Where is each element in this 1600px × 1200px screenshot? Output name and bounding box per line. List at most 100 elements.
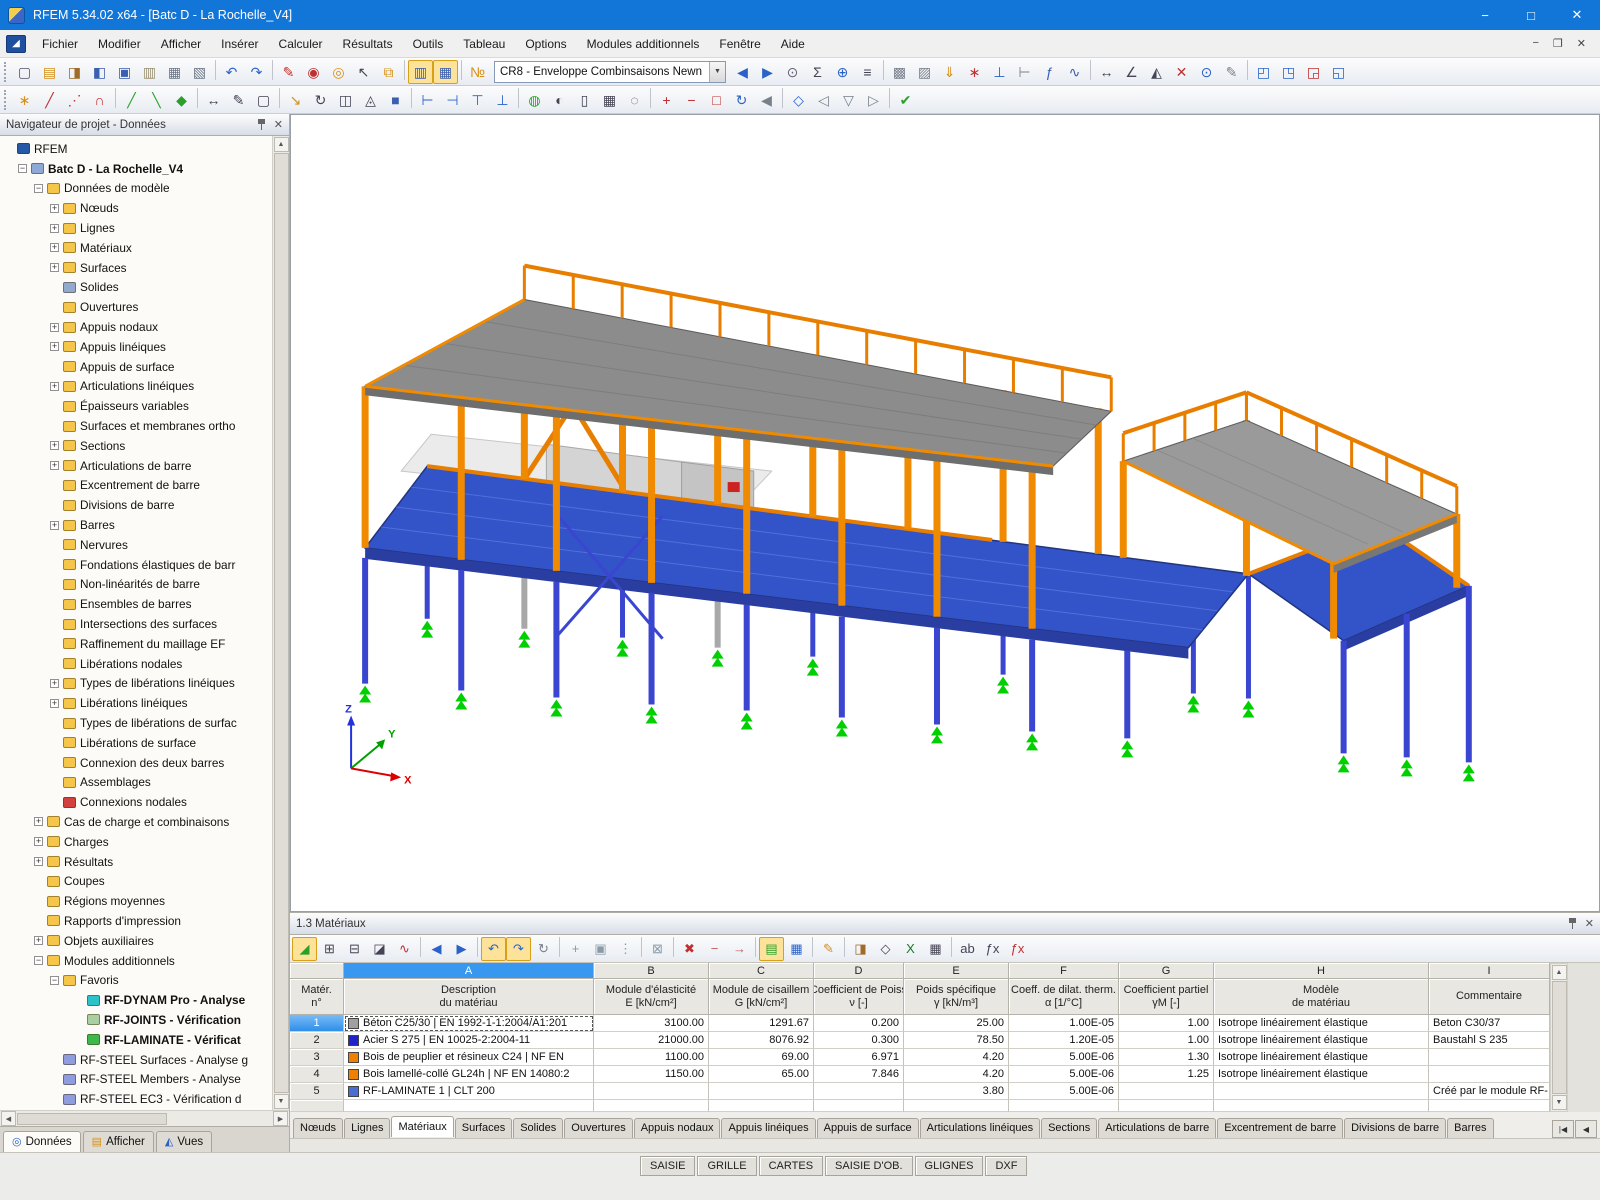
- tree-item[interactable]: RF-STEEL EC3 - Vérification d: [0, 1089, 272, 1109]
- tree-item[interactable]: Nervures: [0, 535, 272, 555]
- table-tab-articulations-de-barre[interactable]: Articulations de barre: [1098, 1118, 1216, 1138]
- view-in-z-icon[interactable]: ▷: [861, 88, 886, 112]
- status-cartes[interactable]: CARTES: [759, 1156, 823, 1176]
- edit-dimension-icon[interactable]: ✎: [276, 60, 301, 84]
- column-letter-header[interactable]: E: [904, 963, 1009, 979]
- menu-item[interactable]: Afficher: [151, 32, 211, 56]
- toolbar-grip[interactable]: [4, 62, 8, 82]
- numbering-icon[interactable]: №: [465, 60, 490, 84]
- insert-node-icon[interactable]: ∗: [12, 88, 37, 112]
- expander-icon[interactable]: +: [50, 382, 59, 391]
- tree-item[interactable]: + Libérations linéiques: [0, 693, 272, 713]
- measure-icon[interactable]: ↔: [1094, 60, 1119, 84]
- table-tab-lignes[interactable]: Lignes: [344, 1118, 390, 1138]
- connect-members-icon[interactable]: ⊢: [415, 88, 440, 112]
- tree-item[interactable]: Coupes: [0, 871, 272, 891]
- expander-icon[interactable]: +: [50, 679, 59, 688]
- excel-export-icon[interactable]: X: [898, 937, 923, 961]
- view-in-x-icon[interactable]: ◁: [811, 88, 836, 112]
- zoom-object-icon[interactable]: ◉: [301, 60, 326, 84]
- column-letter-header[interactable]: F: [1009, 963, 1119, 979]
- cell-specific-weight[interactable]: 3.80: [904, 1083, 1009, 1100]
- scrollbar-thumb[interactable]: [17, 1113, 167, 1125]
- cell-thermal-coefficient[interactable]: 5.00E-06: [1009, 1049, 1119, 1066]
- menu-item[interactable]: Calculer: [269, 32, 333, 56]
- cell-thermal-coefficient[interactable]: 1.20E-05: [1009, 1032, 1119, 1049]
- tree-item[interactable]: Non-linéarités de barre: [0, 575, 272, 595]
- open-project-icon[interactable]: ◨: [62, 60, 87, 84]
- view-in-y-icon[interactable]: ▽: [836, 88, 861, 112]
- row-number-cell[interactable]: 3: [290, 1049, 344, 1066]
- table-tab-barres[interactable]: Barres: [1447, 1118, 1493, 1138]
- tree-item[interactable]: + Types de libérations linéiques: [0, 674, 272, 694]
- tree-item[interactable]: Libérations de surface: [0, 733, 272, 753]
- print-preview-icon[interactable]: ▧: [187, 60, 212, 84]
- refresh-table-icon[interactable]: ↻: [531, 937, 556, 961]
- table-tab-appuis-de-surface[interactable]: Appuis de surface: [817, 1118, 919, 1138]
- tree-item[interactable]: Libérations nodales: [0, 654, 272, 674]
- table-tab-ouvertures[interactable]: Ouvertures: [564, 1118, 632, 1138]
- divide-member-icon[interactable]: ⊣: [440, 88, 465, 112]
- grid-icon[interactable]: ▦: [597, 88, 622, 112]
- tables-toggle-icon[interactable]: ▦: [433, 60, 458, 84]
- column-letter-header[interactable]: B: [594, 963, 709, 979]
- column-header[interactable]: Poids spécifique γ [kN/m³]: [904, 979, 1009, 1015]
- mdi-restore-button[interactable]: ❐: [1553, 37, 1563, 50]
- expander-icon[interactable]: +: [34, 857, 43, 866]
- tree-item[interactable]: Fondations élastiques de barr: [0, 555, 272, 575]
- tree-item[interactable]: Ouvertures: [0, 297, 272, 317]
- cell-comment[interactable]: [1429, 1066, 1550, 1083]
- tree-item[interactable]: + Nœuds: [0, 198, 272, 218]
- tree-item[interactable]: RF-STEEL Surfaces - Analyse g: [0, 1050, 272, 1070]
- column-header[interactable]: Matér. n°: [290, 979, 344, 1015]
- cell-elastic-modulus[interactable]: 1150.00: [594, 1066, 709, 1083]
- column-header[interactable]: Commentaire: [1429, 979, 1550, 1015]
- display-window-2-icon[interactable]: ◳: [1276, 60, 1301, 84]
- close-icon[interactable]: ✕: [1585, 917, 1594, 930]
- tab-vues[interactable]: ◭ Vues: [156, 1131, 212, 1152]
- rotate-view-icon[interactable]: ↻: [729, 88, 754, 112]
- cell-comment[interactable]: Baustahl S 235: [1429, 1032, 1550, 1049]
- tree-item[interactable]: + Articulations de barre: [0, 456, 272, 476]
- print-icon[interactable]: ▦: [162, 60, 187, 84]
- expander-icon[interactable]: +: [34, 837, 43, 846]
- view-grid-icon[interactable]: ▤: [759, 937, 784, 961]
- cell-elastic-modulus[interactable]: 21000.00: [594, 1032, 709, 1049]
- cell-comment[interactable]: Beton C30/37: [1429, 1015, 1550, 1032]
- table-tab-divisions-de-barre[interactable]: Divisions de barre: [1344, 1118, 1446, 1138]
- cell-specific-weight[interactable]: 78.50: [904, 1032, 1009, 1049]
- expander-icon[interactable]: +: [50, 461, 59, 470]
- column-header[interactable]: Description du matériau: [344, 979, 594, 1015]
- tree-item[interactable]: Divisions de barre: [0, 495, 272, 515]
- tree-item[interactable]: RFEM: [0, 139, 272, 159]
- close-icon[interactable]: ✕: [274, 118, 283, 131]
- zoom-center-icon[interactable]: ◎: [326, 60, 351, 84]
- extrude-icon[interactable]: ◬: [358, 88, 383, 112]
- tree-item[interactable]: Surfaces et membranes ortho: [0, 416, 272, 436]
- scroll-down-icon[interactable]: ▼: [1552, 1095, 1567, 1110]
- menu-item[interactable]: Insérer: [211, 32, 268, 56]
- fe-mesh-icon[interactable]: ▩: [887, 60, 912, 84]
- cell-description[interactable]: Bois lamellé-collé GL24h | NF EN 14080:2: [344, 1066, 594, 1083]
- cell-material-model[interactable]: Isotrope linéairement élastique: [1214, 1015, 1429, 1032]
- tree-item[interactable]: RF-STEEL Members - Analyse: [0, 1069, 272, 1089]
- new-window-icon[interactable]: ⧉: [376, 60, 401, 84]
- tree-item[interactable]: + Appuis linéiques: [0, 337, 272, 357]
- table-vertical-scrollbar[interactable]: ▲ ▼: [1550, 963, 1568, 1112]
- expander-icon[interactable]: −: [50, 976, 59, 985]
- tree-item[interactable]: Connexion des deux barres: [0, 753, 272, 773]
- column-header[interactable]: Module de cisaillem G [kN/cm²]: [709, 979, 814, 1015]
- tree-item[interactable]: + Matériaux: [0, 238, 272, 258]
- cell-specific-weight[interactable]: 25.00: [904, 1015, 1009, 1032]
- mirror-icon[interactable]: ◭: [1144, 60, 1169, 84]
- mdi-minimize-button[interactable]: −: [1532, 37, 1538, 50]
- calculator-icon[interactable]: ▦: [923, 937, 948, 961]
- cell-poisson-ratio[interactable]: 6.971: [814, 1049, 904, 1066]
- remove-row-icon[interactable]: −: [702, 937, 727, 961]
- table-tab-solides[interactable]: Solides: [513, 1118, 563, 1138]
- table-filter-icon[interactable]: ◢: [292, 937, 317, 961]
- clipping-plane-icon[interactable]: ◐: [547, 88, 572, 112]
- info-icon[interactable]: ⊙: [1194, 60, 1219, 84]
- cell-elastic-modulus[interactable]: 1100.00: [594, 1049, 709, 1066]
- block-icon[interactable]: ■: [383, 88, 408, 112]
